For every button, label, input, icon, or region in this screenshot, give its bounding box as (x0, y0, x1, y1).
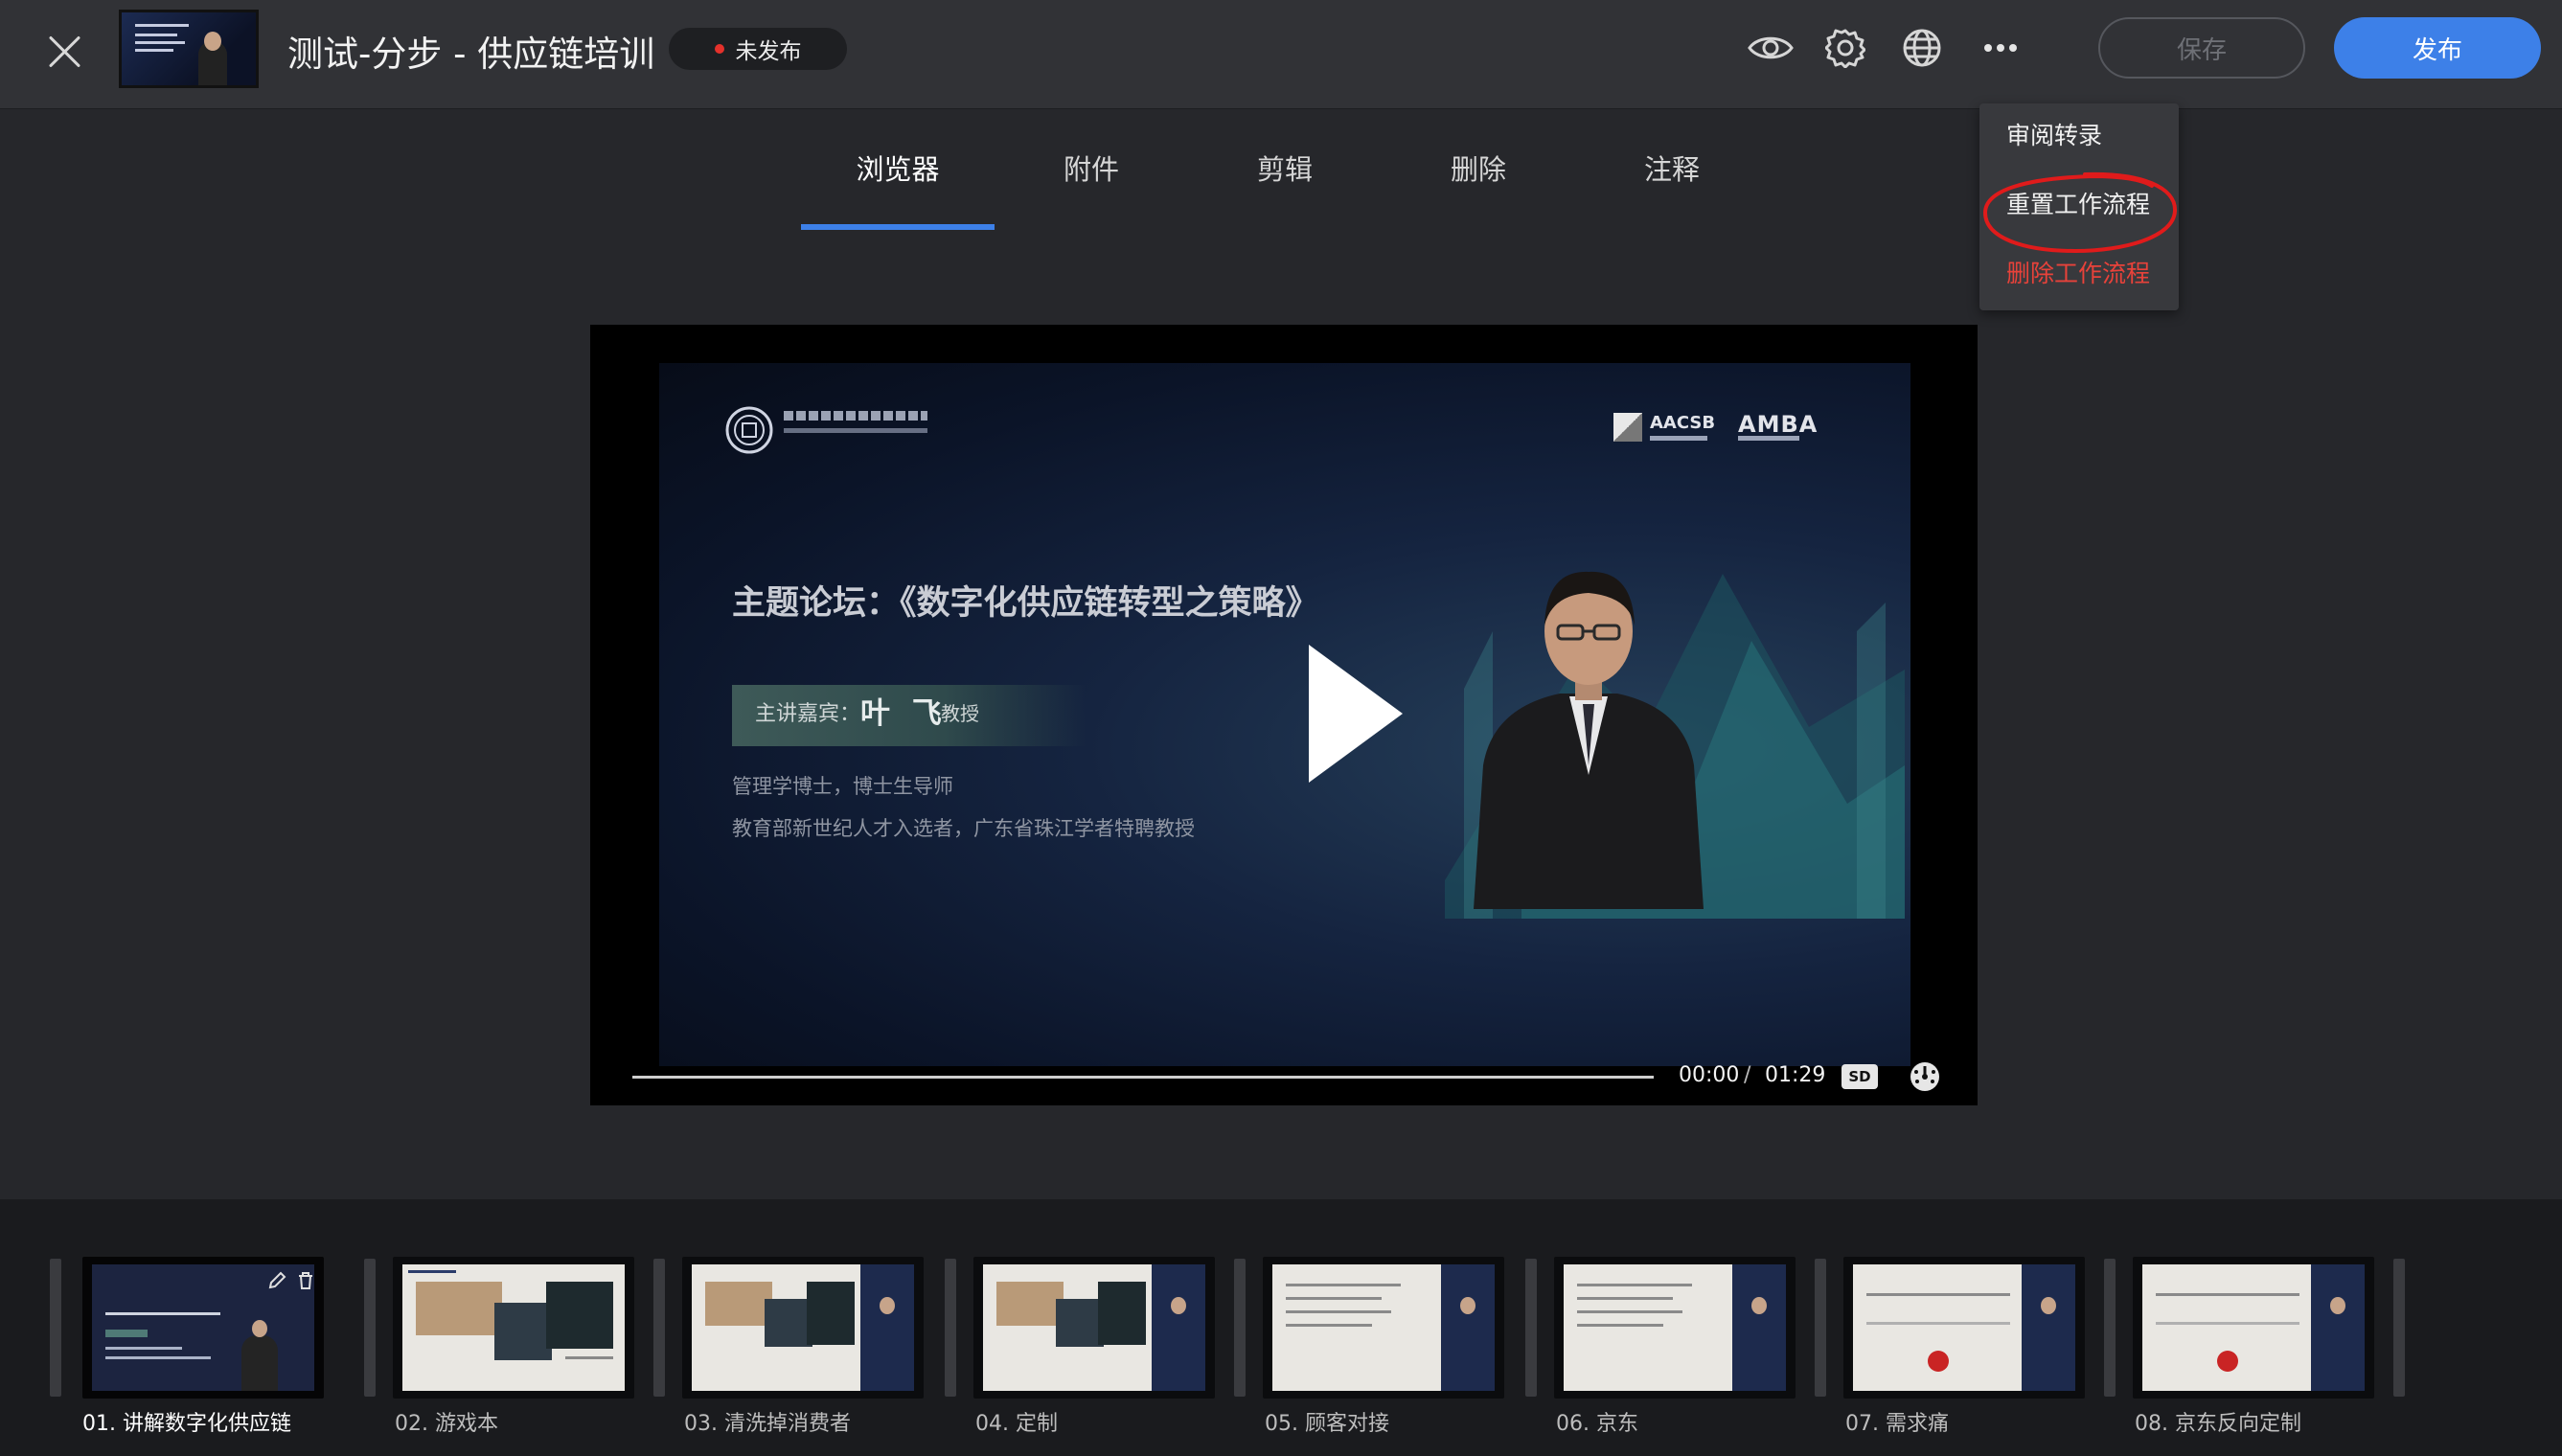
current-time: 00:00 (1679, 1063, 1740, 1087)
video-thumbnail (119, 10, 259, 88)
tab-annotations[interactable]: 注释 (1575, 146, 1769, 230)
more-icon[interactable] (1974, 21, 2027, 75)
total-time: 01:29 (1765, 1063, 1826, 1087)
tab-delete[interactable]: 删除 (1382, 146, 1575, 230)
aacsb-logo: AACSB (1650, 413, 1716, 433)
speaker-credential-2: 教育部新世纪人才入选者，广东省珠江学者特聘教授 (732, 817, 1195, 840)
tab-browser[interactable]: 浏览器 (801, 146, 995, 230)
menu-item-delete-workflow[interactable]: 删除工作流程 (2006, 255, 2150, 289)
clip-label: 01. 讲解数字化供应链 (82, 1412, 291, 1436)
video-player[interactable]: AACSB AMBA 主题论坛：《数字化供应链转型之策略》 主讲嘉宾： 叶 飞 … (590, 325, 1978, 1105)
menu-item-review-transcript[interactable]: 审阅转录 (2006, 117, 2102, 151)
aacsb-logo-icon (1613, 413, 1642, 442)
clip-label: 03. 清洗掉消费者 (684, 1412, 851, 1436)
top-bar: 测试-分步 - 供应链培训 未发布 保存 发布 (0, 0, 2562, 109)
progress-bar[interactable] (632, 1076, 1654, 1079)
clip-handle[interactable] (1815, 1259, 1826, 1397)
speaker-name: 叶 飞 (860, 696, 948, 731)
more-menu: 审阅转录 重置工作流程 删除工作流程 (1979, 103, 2179, 310)
status-dot (714, 44, 724, 54)
clip-card[interactable] (1554, 1257, 1796, 1399)
speaker-title: 教授 (941, 702, 979, 725)
tab-attachments[interactable]: 附件 (995, 146, 1188, 230)
playback-speed-icon[interactable] (1909, 1060, 1941, 1093)
clip-handle[interactable] (2393, 1259, 2405, 1397)
clip-card[interactable] (82, 1257, 324, 1399)
clip-handle[interactable] (364, 1259, 376, 1397)
amba-accredited (1738, 436, 1799, 441)
university-seal-icon (725, 406, 773, 454)
aacsb-accredited (1650, 436, 1707, 441)
video-frame: AACSB AMBA 主题论坛：《数字化供应链转型之策略》 主讲嘉宾： 叶 飞 … (659, 363, 1910, 1066)
clip-handle[interactable] (945, 1259, 956, 1397)
clip-handle[interactable] (653, 1259, 665, 1397)
tab-bar: 浏览器 附件 剪辑 删除 注释 (801, 146, 1769, 230)
presenter-image (1474, 571, 1704, 909)
eye-icon[interactable] (1744, 21, 1797, 75)
school-name-en (784, 428, 927, 433)
trash-icon[interactable] (295, 1270, 316, 1291)
edit-icon[interactable] (266, 1270, 287, 1291)
amba-logo: AMBA (1738, 411, 1819, 438)
slide-headline: 主题论坛：《数字化供应链转型之策略》 (732, 584, 1319, 623)
menu-item-reset-workflow[interactable]: 重置工作流程 (2006, 186, 2150, 220)
clip-label: 08. 京东反向定制 (2135, 1412, 2301, 1436)
clip-card[interactable] (682, 1257, 924, 1399)
clip-label: 07. 需求痛 (1845, 1412, 1949, 1436)
quality-button[interactable]: SD (1841, 1064, 1878, 1089)
close-icon[interactable] (40, 27, 90, 77)
save-button[interactable]: 保存 (2098, 17, 2305, 79)
clip-handle[interactable] (1234, 1259, 1246, 1397)
tab-clip[interactable]: 剪辑 (1188, 146, 1382, 230)
clip-label: 04. 定制 (975, 1412, 1058, 1436)
speaker-credential-1: 管理学博士，博士生导师 (732, 775, 953, 798)
speaker-label: 主讲嘉宾： (755, 702, 861, 726)
time-separator: / (1744, 1063, 1751, 1087)
clip-card[interactable] (1263, 1257, 1504, 1399)
publish-button[interactable]: 发布 (2334, 17, 2541, 79)
gear-icon[interactable] (1819, 21, 1872, 75)
globe-icon[interactable] (1895, 21, 1949, 75)
clip-label: 02. 游戏本 (395, 1412, 498, 1436)
clip-card[interactable] (973, 1257, 1215, 1399)
clip-card[interactable] (1843, 1257, 2085, 1399)
clip-label: 06. 京东 (1556, 1412, 1638, 1436)
clip-handle[interactable] (1525, 1259, 1537, 1397)
status-badge: 未发布 (669, 28, 847, 70)
clip-card[interactable] (2133, 1257, 2374, 1399)
status-text: 未发布 (735, 39, 802, 64)
clip-card[interactable] (393, 1257, 634, 1399)
clip-label: 05. 顾客对接 (1265, 1412, 1389, 1436)
clip-handle[interactable] (2104, 1259, 2116, 1397)
page-title: 测试-分步 - 供应链培训 (287, 34, 655, 75)
clip-handle[interactable] (50, 1259, 61, 1397)
school-name (784, 411, 927, 421)
play-icon[interactable] (1309, 645, 1403, 783)
